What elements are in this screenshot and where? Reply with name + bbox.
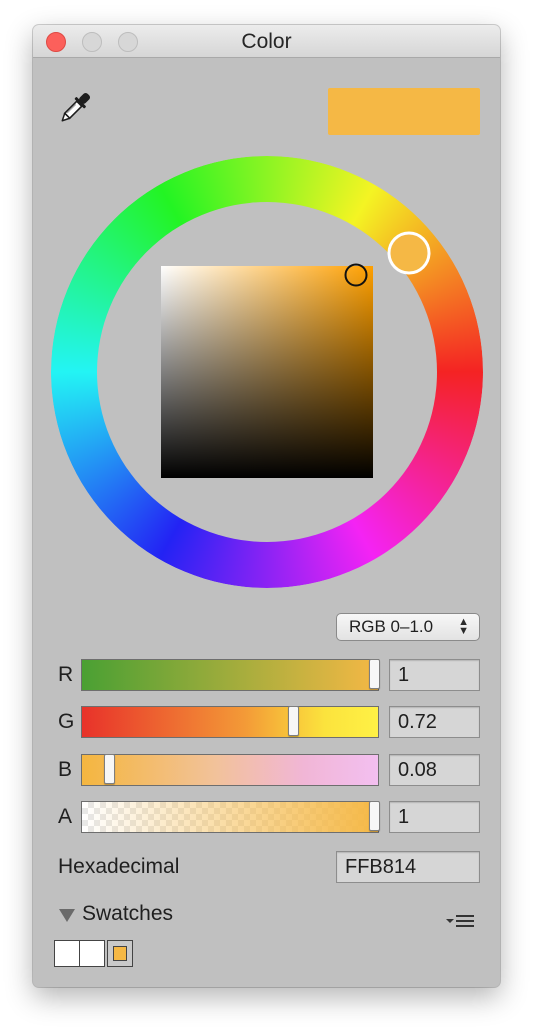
color-picker-window: Color RGB 0–1.0 ▲ ▼ R 1 G 0.72 B 0.08 A … — [33, 25, 500, 987]
color-mode-value: RGB 0–1.0 — [349, 617, 434, 636]
green-value-field[interactable]: 0.72 — [389, 706, 480, 738]
color-mode-select[interactable]: RGB 0–1.0 ▲ ▼ — [336, 613, 480, 641]
swatch-2[interactable] — [79, 940, 105, 967]
hue-marker[interactable] — [387, 231, 431, 275]
swatch-1[interactable] — [54, 940, 80, 967]
blue-slider[interactable] — [81, 754, 379, 786]
alpha-value-field[interactable]: 1 — [389, 801, 480, 833]
red-slider[interactable] — [81, 659, 380, 691]
green-label: G — [58, 710, 75, 733]
updown-arrows-icon: ▲ ▼ — [458, 616, 469, 637]
red-value-field[interactable]: 1 — [389, 659, 480, 691]
green-slider[interactable] — [81, 706, 379, 738]
alpha-slider-knob[interactable] — [369, 801, 380, 831]
red-label: R — [58, 663, 74, 686]
window-title: Color — [241, 30, 292, 53]
swatches-label: Swatches — [82, 902, 174, 925]
color-wheel[interactable] — [51, 156, 483, 588]
green-slider-knob[interactable] — [288, 706, 299, 736]
red-slider-knob[interactable] — [369, 659, 380, 689]
eyedropper-icon[interactable] — [55, 88, 95, 128]
current-color-preview — [328, 88, 480, 135]
hexadecimal-label: Hexadecimal — [58, 855, 180, 878]
blue-value-field[interactable]: 0.08 — [389, 754, 480, 786]
alpha-slider[interactable] — [81, 801, 380, 833]
blue-label: B — [58, 758, 73, 781]
alpha-label: A — [58, 805, 73, 828]
list-menu-icon[interactable] — [444, 912, 476, 930]
hexadecimal-field[interactable]: FFB814 — [336, 851, 480, 883]
triangle-down-icon[interactable] — [58, 907, 78, 927]
swatch-3[interactable] — [107, 940, 133, 967]
swatch-3-color — [113, 946, 127, 961]
blue-slider-knob[interactable] — [104, 754, 115, 784]
title-bar: Color — [33, 25, 500, 58]
